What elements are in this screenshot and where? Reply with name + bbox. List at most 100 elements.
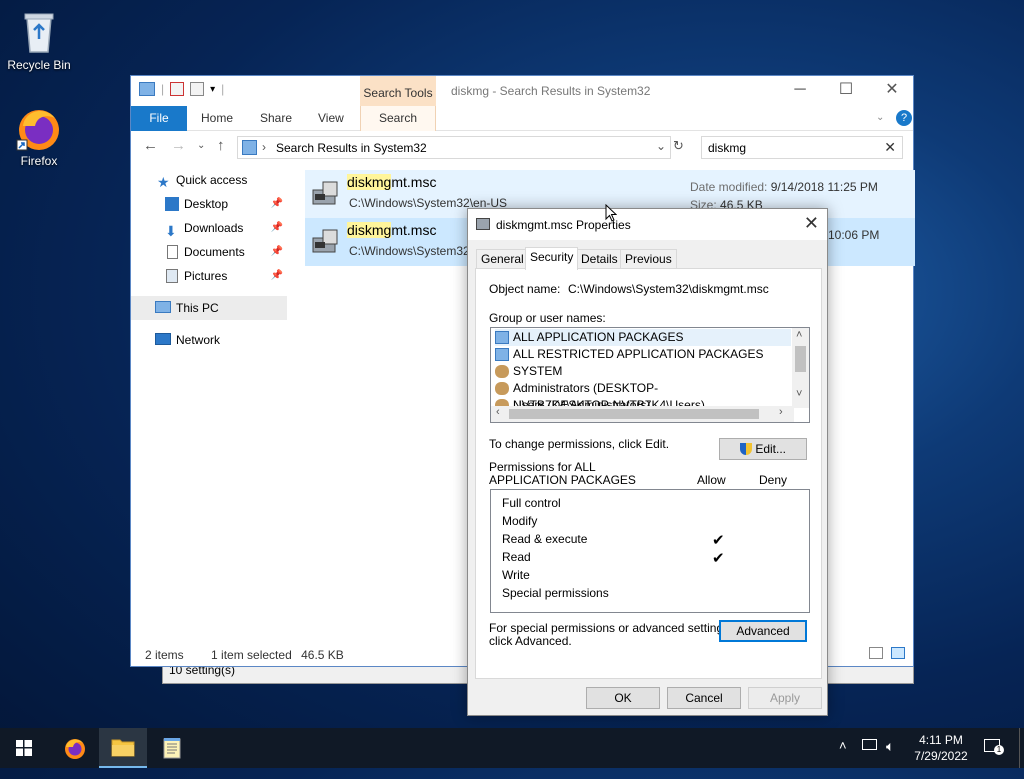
navigation-bar: ← → ⌄ ↑ › Search Results in System32 ⌄ ↻… <box>131 131 913 163</box>
nav-this-pc[interactable]: This PC <box>131 296 287 320</box>
file-name: diskmgmt.msc <box>347 174 436 190</box>
scroll-up-icon[interactable]: ˄ <box>796 329 802 341</box>
tab-view[interactable]: View <box>318 106 344 131</box>
horizontal-scrollbar[interactable]: ‹ › <box>491 406 794 422</box>
pictures-icon <box>166 269 178 283</box>
nav-network[interactable]: Network <box>131 328 287 352</box>
address-bar[interactable]: › Search Results in System32 ⌄ <box>237 136 671 159</box>
ok-button[interactable]: OK <box>586 687 660 709</box>
list-item-label: ALL APPLICATION PACKAGES <box>513 330 684 344</box>
network-tray-icon[interactable] <box>862 739 877 779</box>
list-item[interactable]: SYSTEM <box>495 363 791 380</box>
scrollbar-thumb[interactable] <box>795 346 806 372</box>
network-icon <box>155 333 171 345</box>
group-names-label: Group or user names: <box>489 311 606 325</box>
name-highlight: diskmg <box>347 174 392 190</box>
taskbar-firefox[interactable] <box>51 728 99 768</box>
permission-name: Special permissions <box>502 586 609 600</box>
vertical-scrollbar[interactable]: ˄ ˅ <box>792 328 809 408</box>
list-item-label: ALL RESTRICTED APPLICATION PACKAGES <box>513 347 764 361</box>
back-arrow-icon[interactable]: ← <box>143 137 158 154</box>
allow-column-header: Allow <box>697 473 726 487</box>
pin-icon[interactable]: 📌 <box>271 240 283 264</box>
security-panel: Object name: C:\Windows\System32\diskmgm… <box>475 268 822 679</box>
notifications-icon[interactable]: 1 <box>984 739 1004 779</box>
refresh-icon[interactable]: ↻ <box>673 138 684 154</box>
change-permissions-text: To change permissions, click Edit. <box>489 437 670 451</box>
scroll-right-icon[interactable]: › <box>779 406 783 418</box>
permission-name: Write <box>502 568 530 582</box>
close-button[interactable]: ✕ <box>869 76 915 106</box>
package-group-icon <box>495 348 509 361</box>
volume-tray-icon[interactable]: 🔈︎ <box>886 738 894 778</box>
list-item[interactable]: Administrators (DESKTOP-NVTB7K4\Administ… <box>495 380 791 412</box>
clear-search-icon[interactable]: ✕ <box>884 139 896 156</box>
properties-dialog[interactable]: diskmgmt.msc Properties ✕ General Securi… <box>467 208 828 716</box>
users-group-icon <box>495 382 509 395</box>
recent-locations-icon[interactable]: ⌄ <box>197 140 205 151</box>
taskbar-notepad[interactable] <box>148 728 196 768</box>
nav-downloads[interactable]: ⬇ Downloads 📌 <box>131 216 287 240</box>
breadcrumb-chevron-icon[interactable]: › <box>262 140 266 154</box>
permission-row: Full control <box>502 496 802 514</box>
scrollbar-thumb[interactable] <box>509 409 759 419</box>
list-item[interactable]: ALL APPLICATION PACKAGES <box>495 329 791 346</box>
tab-previous-versions[interactable]: Previous Versions <box>620 249 677 284</box>
clock[interactable]: 4:11 PM 7/29/2022 <box>910 732 972 772</box>
properties-qat-icon[interactable] <box>170 82 185 96</box>
firefox-icon <box>65 739 85 759</box>
list-item[interactable]: ALL RESTRICTED APPLICATION PACKAGES <box>495 346 791 363</box>
dialog-titlebar[interactable]: diskmgmt.msc Properties ✕ <box>468 209 827 240</box>
pin-icon[interactable]: 📌 <box>271 216 283 240</box>
tab-general[interactable]: General <box>476 249 529 269</box>
users-group-icon <box>495 365 509 378</box>
nav-downloads-label: Downloads <box>184 221 244 235</box>
dialog-close-icon[interactable]: ✕ <box>804 213 819 234</box>
group-user-list[interactable]: ALL APPLICATION PACKAGES ALL RESTRICTED … <box>490 327 810 423</box>
scroll-down-icon[interactable]: ˅ <box>796 388 802 400</box>
large-icons-view-icon[interactable] <box>891 647 905 659</box>
explorer-titlebar[interactable]: | ▾ | Search Tools diskmg - Search Resul… <box>131 76 913 106</box>
details-view-icon[interactable] <box>869 647 883 659</box>
pin-icon[interactable]: 📌 <box>271 192 283 216</box>
pin-icon[interactable]: 📌 <box>271 264 283 288</box>
up-arrow-icon[interactable]: ↑ <box>217 137 225 154</box>
new-folder-qat-icon[interactable] <box>190 82 205 96</box>
start-button[interactable] <box>0 728 48 768</box>
deny-column-header: Deny <box>759 473 788 487</box>
tab-security[interactable]: Security <box>525 247 579 270</box>
desktop-icon-firefox[interactable]: Firefox <box>2 104 76 168</box>
tab-home[interactable]: Home <box>201 106 233 131</box>
tab-file[interactable]: File <box>131 106 187 131</box>
show-desktop-button[interactable] <box>1019 728 1024 768</box>
advanced-settings-text: For special permissions or advanced sett… <box>489 621 733 635</box>
tab-details[interactable]: Details <box>576 249 623 269</box>
nav-quick-access[interactable]: ★ Quick access <box>131 168 287 192</box>
desktop-icon-recycle-bin[interactable]: Recycle Bin <box>2 8 76 72</box>
expand-ribbon-icon[interactable]: ⌄ <box>876 106 884 131</box>
tray-chevron-icon[interactable]: ˄ <box>839 738 847 778</box>
star-icon: ★ <box>157 174 170 190</box>
minimize-button[interactable]: ─ <box>777 76 823 106</box>
advanced-button[interactable]: Advanced <box>719 620 807 642</box>
quick-access-toolbar: | ▾ | <box>139 82 224 96</box>
nav-desktop[interactable]: Desktop 📌 <box>131 192 287 216</box>
permission-row: Write <box>502 568 802 586</box>
nav-quick-access-label: Quick access <box>176 173 248 187</box>
edit-button[interactable]: Edit... <box>719 438 807 460</box>
nav-pictures[interactable]: Pictures 📌 <box>131 264 287 288</box>
maximize-button[interactable]: ☐ <box>823 76 869 106</box>
nav-documents[interactable]: Documents 📌 <box>131 240 287 264</box>
address-dropdown-icon[interactable]: ⌄ <box>656 139 666 153</box>
tab-share[interactable]: Share <box>260 106 292 131</box>
apply-button[interactable]: Apply <box>748 687 822 709</box>
search-input[interactable]: diskmg ✕ <box>701 136 903 159</box>
forward-arrow-icon[interactable]: → <box>171 137 186 154</box>
cancel-button[interactable]: Cancel <box>667 687 741 709</box>
help-icon[interactable]: ? <box>896 110 912 126</box>
scroll-left-icon[interactable]: ‹ <box>496 406 500 418</box>
tab-search[interactable]: Search <box>360 106 436 131</box>
notepad-icon <box>163 738 181 759</box>
customize-qat-icon[interactable]: ▾ <box>210 84 215 95</box>
taskbar-file-explorer[interactable] <box>99 728 147 768</box>
